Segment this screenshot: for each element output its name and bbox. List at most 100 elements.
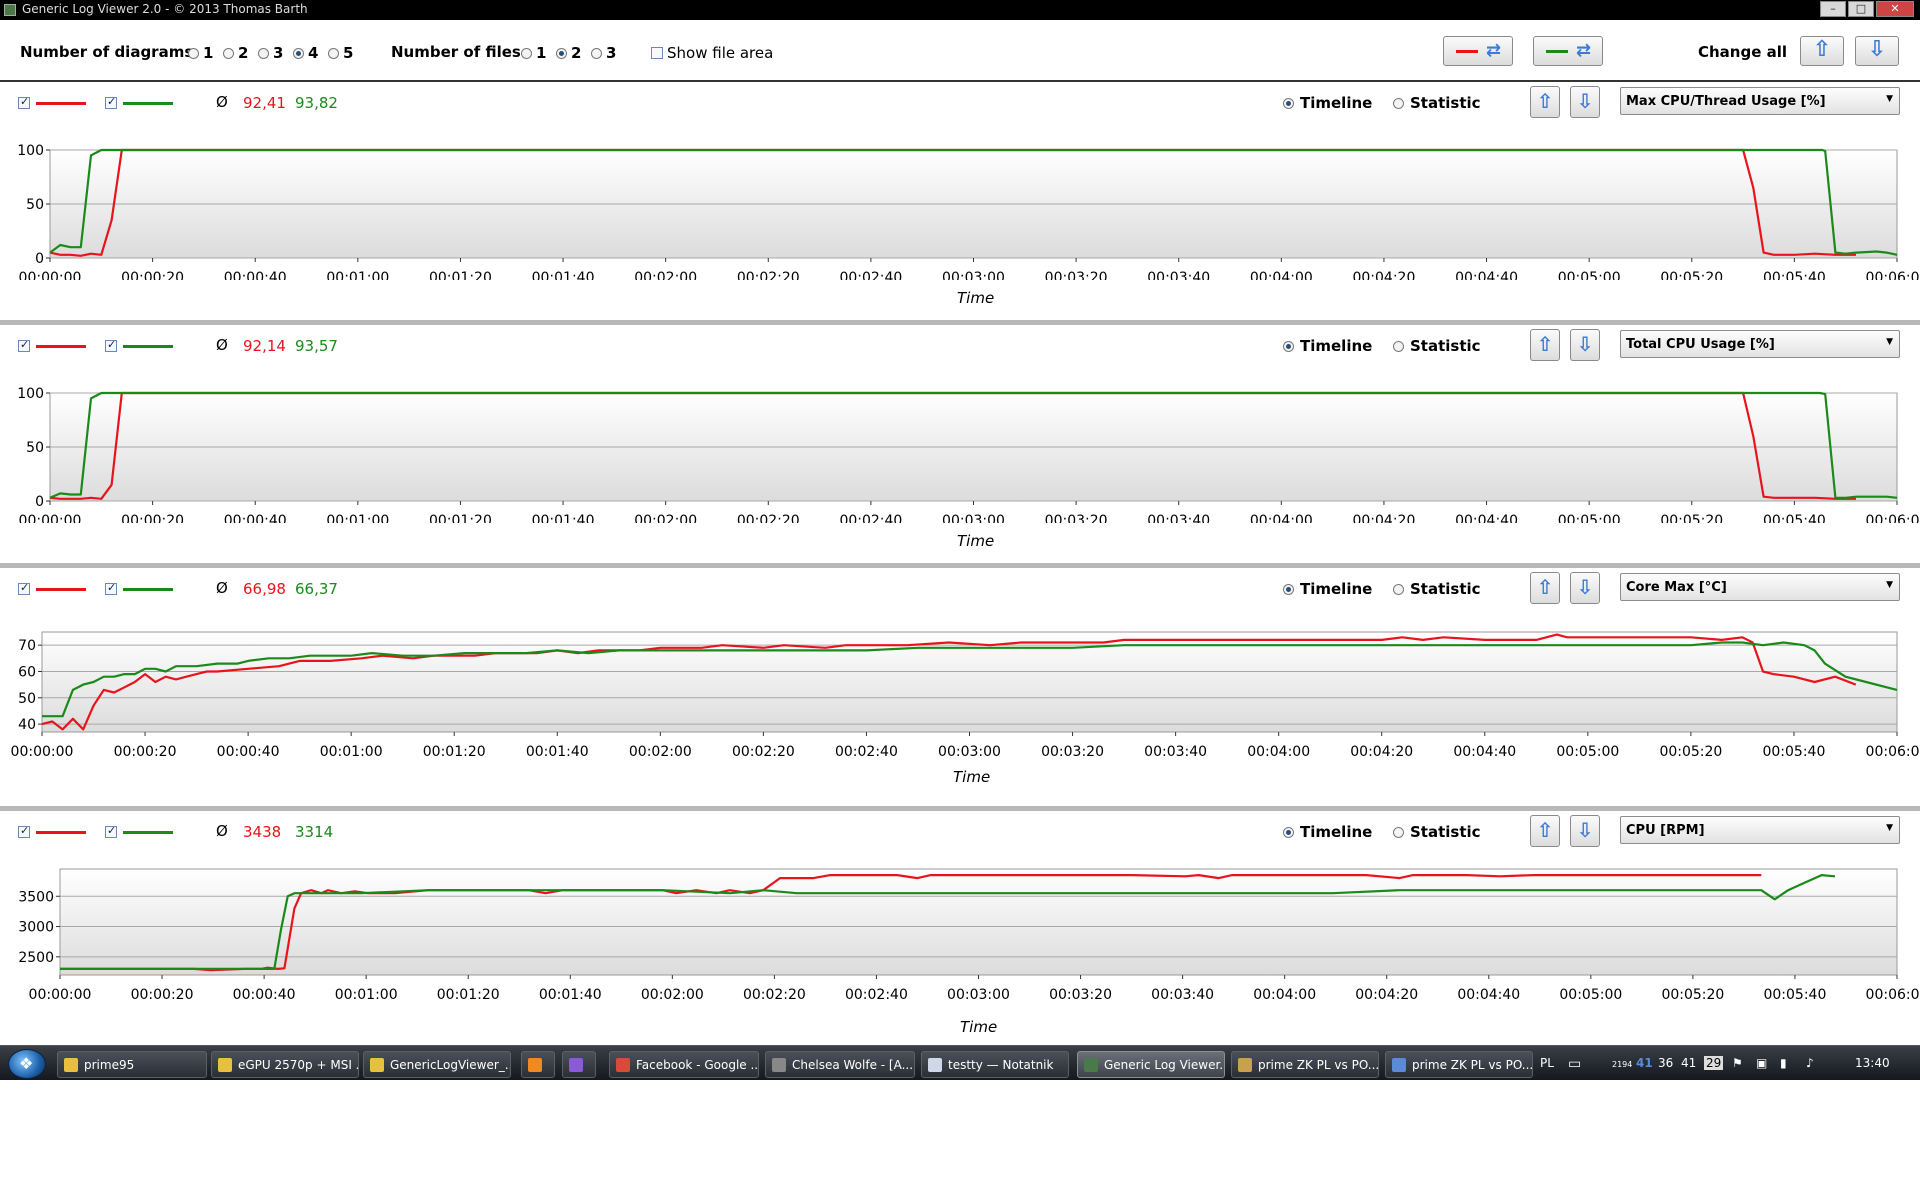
diagram-count-radio-1[interactable]: 1 xyxy=(188,44,213,62)
x-tick-label: 00:04:40 xyxy=(1455,270,1518,280)
minimize-button[interactable]: – xyxy=(1820,1,1846,17)
taskbar-item-label: eGPU 2570p + MSI ... xyxy=(238,1058,359,1072)
x-tick-label: 00:02:40 xyxy=(835,744,898,760)
window-controls: – □ ✕ xyxy=(1820,1,1914,17)
taskbar-item[interactable]: prime ZK PL vs PO... xyxy=(1385,1051,1533,1078)
x-tick-label: 00:03:20 xyxy=(1045,270,1108,280)
x-tick-label: 00:03:40 xyxy=(1144,744,1207,760)
x-tick-label: 00:06:00 xyxy=(1866,744,1920,760)
taskbar-item[interactable]: Facebook - Google ... xyxy=(609,1051,759,1078)
green-line-swatch xyxy=(1546,50,1568,53)
tray-network-icon[interactable]: ▭ xyxy=(1568,1056,1581,1072)
start-button[interactable] xyxy=(8,1049,46,1079)
x-tick-label: 00:02:20 xyxy=(743,987,806,1003)
timeline-chart: 2500 3000 3500 00:00:00 00:00:20 00:00:40 00:0… xyxy=(18,868,1920,1003)
diagram-count-radio-label: 2 xyxy=(238,44,249,62)
x-tick-label: 00:00:40 xyxy=(233,987,296,1003)
y-tick-label: 60 xyxy=(18,664,36,680)
x-tick-label: 00:04:00 xyxy=(1250,270,1313,280)
x-tick-label: 00:04:00 xyxy=(1250,513,1313,523)
x-axis-title: Time xyxy=(960,1018,998,1036)
radio-dot[interactable] xyxy=(328,47,339,59)
x-tick-label: 00:02:20 xyxy=(732,744,795,760)
close-button[interactable]: ✕ xyxy=(1876,1,1914,17)
timeline-chart: 40 50 60 70 00:00:00 00:00:20 00:00:40 00:01:00… xyxy=(11,631,1920,760)
language-indicator[interactable]: PL xyxy=(1540,1056,1554,1070)
x-tick-label: 00:00:40 xyxy=(224,513,287,523)
taskbar-item[interactable]: eGPU 2570p + MSI ... xyxy=(211,1051,359,1078)
x-tick-label: 00:00:00 xyxy=(19,513,82,523)
tray-value-2: 36 xyxy=(1658,1056,1674,1070)
x-tick-label: 00:00:20 xyxy=(114,744,177,760)
x-tick-label: 00:05:20 xyxy=(1661,987,1724,1003)
taskbar-item[interactable]: prime95 xyxy=(57,1051,207,1078)
x-tick-label: 00:04:00 xyxy=(1253,987,1316,1003)
move-all-down-button[interactable]: ⇩ xyxy=(1855,36,1899,66)
y-tick-label: 3000 xyxy=(18,920,54,936)
move-all-up-button[interactable]: ⇧ xyxy=(1800,36,1844,66)
tray-volume-icon[interactable]: ♪ xyxy=(1806,1056,1814,1070)
x-tick-label: 00:03:00 xyxy=(938,744,1001,760)
x-tick-label: 00:01:20 xyxy=(429,270,492,280)
x-tick-label: 00:00:00 xyxy=(29,987,92,1003)
media-player-icon xyxy=(528,1058,542,1072)
radio-dot[interactable] xyxy=(556,47,567,59)
clock[interactable]: 13:40 xyxy=(1855,1056,1890,1070)
x-tick-label: 00:01:00 xyxy=(326,513,389,523)
swap-file1-button[interactable]: ⇄ xyxy=(1443,36,1513,66)
x-tick-label: 00:00:40 xyxy=(224,270,287,280)
taskbar-item[interactable]: Chelsea Wolfe - [A... xyxy=(765,1051,915,1078)
diagram-count-radio-3[interactable]: 3 xyxy=(258,44,283,62)
radio-dot[interactable] xyxy=(521,47,532,59)
radio-dot[interactable] xyxy=(223,47,234,59)
tray-flag-icon[interactable]: ⚑ xyxy=(1732,1056,1743,1070)
file-count-radio-3[interactable]: 3 xyxy=(591,44,616,62)
taskbar-item[interactable] xyxy=(562,1051,596,1078)
x-tick-label: 00:05:20 xyxy=(1659,744,1722,760)
app-icon xyxy=(4,4,16,16)
radio-dot[interactable] xyxy=(258,47,269,59)
tray-signal-icon[interactable]: ▮ xyxy=(1780,1056,1787,1070)
x-tick-label: 00:04:20 xyxy=(1350,744,1413,760)
y-tick-label: 40 xyxy=(18,717,36,733)
taskbar-item[interactable] xyxy=(521,1051,555,1078)
file-count-radio-2[interactable]: 2 xyxy=(556,44,581,62)
radio-dot[interactable] xyxy=(188,47,199,59)
taskbar-item[interactable]: prime ZK PL vs PO... xyxy=(1231,1051,1379,1078)
diagram-count-radio-5[interactable]: 5 xyxy=(328,44,353,62)
file-count-radio-1[interactable]: 1 xyxy=(521,44,546,62)
radio-dot[interactable] xyxy=(591,47,602,59)
chrome-icon xyxy=(616,1058,630,1072)
window-title-bar[interactable]: Generic Log Viewer 2.0 - © 2013 Thomas B… xyxy=(0,0,1920,20)
taskbar-item[interactable]: Generic Log Viewer... xyxy=(1077,1051,1225,1078)
cycle-arrows-icon: ⇄ xyxy=(1486,40,1502,61)
taskbar-item[interactable]: testty — Notatnik xyxy=(921,1051,1069,1078)
x-tick-label: 00:04:20 xyxy=(1352,513,1415,523)
x-tick-label: 00:05:40 xyxy=(1763,270,1826,280)
diagram-panel: Ø34383314TimelineStatistic⇧⇩CPU [RPM]▼25… xyxy=(0,811,1920,1054)
maximize-button[interactable]: □ xyxy=(1848,1,1874,17)
show-file-area-checkbox[interactable]: Show file area xyxy=(651,44,773,62)
taskbar-item[interactable]: GenericLogViewer_... xyxy=(363,1051,511,1078)
tray-small-value: 2194 xyxy=(1612,1060,1633,1069)
cycle-arrows-icon: ⇄ xyxy=(1576,40,1592,61)
swap-file2-button[interactable]: ⇄ xyxy=(1533,36,1603,66)
taskbar-item-label: prime ZK PL vs PO... xyxy=(1412,1058,1533,1072)
x-tick-label: 00:05:20 xyxy=(1660,270,1723,280)
diagram-count-radio-4[interactable]: 4 xyxy=(293,44,318,62)
tray-value-4: 29 xyxy=(1704,1056,1724,1070)
x-tick-label: 00:00:40 xyxy=(217,744,280,760)
diagram-count-radio-2[interactable]: 2 xyxy=(223,44,248,62)
diagram-count-radio-label: 5 xyxy=(343,44,354,62)
file-count-radio-label: 2 xyxy=(571,44,582,62)
taskbar-item-label: Generic Log Viewer... xyxy=(1104,1058,1225,1072)
photo-viewer-icon xyxy=(1392,1058,1406,1072)
folder-icon xyxy=(218,1058,232,1072)
checkbox-box[interactable] xyxy=(651,47,663,59)
tray-security-icon[interactable]: ▣ xyxy=(1756,1056,1767,1070)
windows-taskbar: prime95 eGPU 2570p + MSI ... GenericLogVie… xyxy=(0,1045,1920,1080)
x-tick-label: 00:03:00 xyxy=(942,270,1005,280)
y-tick-label: 100 xyxy=(17,386,44,402)
taskbar-item-label: testty — Notatnik xyxy=(948,1058,1054,1072)
radio-dot[interactable] xyxy=(293,47,304,59)
